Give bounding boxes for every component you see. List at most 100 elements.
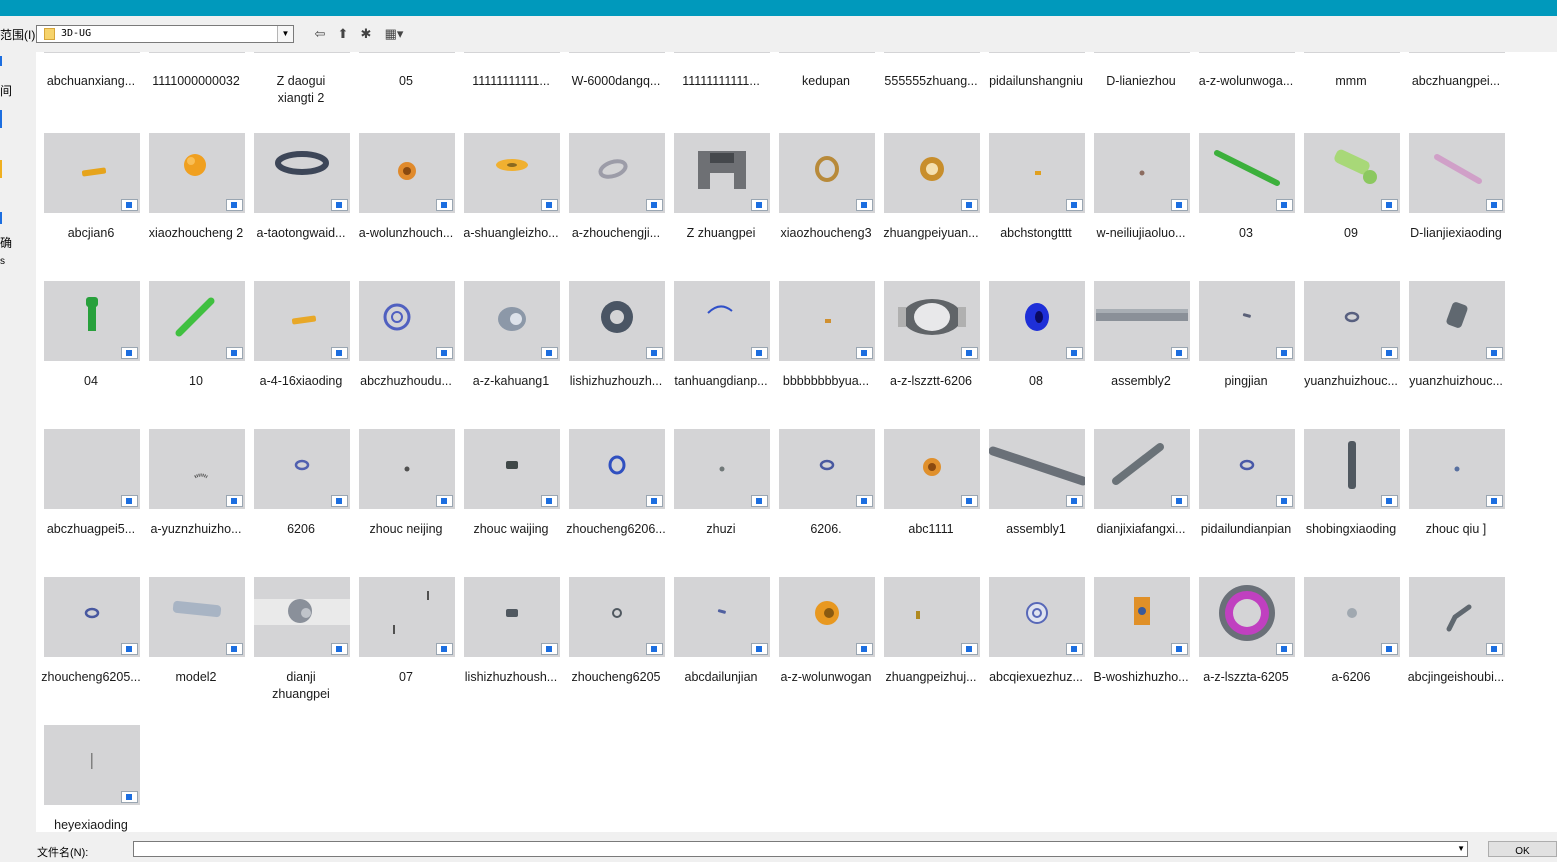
file-thumbnail[interactable] — [464, 281, 560, 361]
file-thumbnail[interactable] — [464, 52, 560, 53]
file-type-icon — [646, 199, 663, 211]
chevron-down-icon[interactable]: ▼ — [277, 26, 293, 42]
file-name: zhoucheng6205... — [41, 670, 141, 684]
file-thumbnail[interactable] — [989, 281, 1085, 361]
file-thumbnail[interactable] — [569, 577, 665, 657]
file-thumbnail[interactable] — [254, 429, 350, 509]
file-thumbnail[interactable] — [989, 577, 1085, 657]
view-menu-icon[interactable]: ▦▾ — [380, 25, 408, 43]
file-thumbnail[interactable] — [44, 429, 140, 509]
file-thumbnail[interactable] — [779, 429, 875, 509]
file-thumbnail[interactable] — [779, 577, 875, 657]
chevron-down-icon[interactable]: ▼ — [1457, 844, 1465, 853]
file-thumbnail[interactable] — [674, 52, 770, 53]
file-list-pane[interactable]: abchuanxiang... 1111000000032 Z daogui xia… — [36, 52, 1557, 832]
file-thumbnail[interactable] — [359, 281, 455, 361]
up-folder-icon[interactable]: ⬆ — [333, 25, 353, 43]
file-thumbnail[interactable] — [149, 52, 245, 53]
file-thumbnail[interactable] — [1304, 577, 1400, 657]
file-name: abcqiexuezhuz... — [989, 670, 1083, 684]
file-name: zhouc waijing — [473, 522, 549, 536]
file-thumbnail[interactable] — [1094, 133, 1190, 213]
file-type-icon — [541, 199, 558, 211]
file-thumbnail[interactable] — [674, 577, 770, 657]
file-thumbnail[interactable] — [569, 52, 665, 53]
file-thumbnail[interactable] — [359, 577, 455, 657]
file-thumbnail[interactable] — [674, 429, 770, 509]
places-sidebar: 间 确 s — [0, 52, 36, 854]
file-thumbnail[interactable] — [989, 133, 1085, 213]
file-thumbnail[interactable] — [1304, 281, 1400, 361]
file-type-icon — [856, 199, 873, 211]
file-thumbnail[interactable] — [1199, 133, 1295, 213]
file-thumbnail[interactable] — [674, 281, 770, 361]
file-thumbnail[interactable] — [779, 281, 875, 361]
file-thumbnail[interactable] — [464, 577, 560, 657]
file-name: yuanzhuizhouc... — [1409, 374, 1503, 388]
file-thumbnail[interactable] — [464, 429, 560, 509]
file-thumbnail[interactable] — [1409, 52, 1505, 53]
file-thumbnail[interactable] — [569, 429, 665, 509]
file-thumbnail[interactable] — [1199, 281, 1295, 361]
file-thumbnail[interactable] — [149, 281, 245, 361]
file-thumbnail[interactable] — [1409, 577, 1505, 657]
file-thumbnail[interactable] — [464, 133, 560, 213]
file-type-icon — [751, 643, 768, 655]
file-thumbnail[interactable] — [1304, 133, 1400, 213]
new-folder-icon[interactable]: ✱ — [356, 25, 376, 43]
file-thumbnail[interactable] — [884, 281, 980, 361]
file-thumbnail[interactable] — [779, 133, 875, 213]
file-thumbnail[interactable] — [149, 429, 245, 509]
file-thumbnail[interactable] — [359, 52, 455, 53]
file-thumbnail[interactable] — [674, 133, 770, 213]
file-type-icon — [1276, 199, 1293, 211]
sidebar-text-2: 确 — [0, 236, 13, 250]
file-thumbnail[interactable] — [1094, 281, 1190, 361]
file-thumbnail[interactable] — [1094, 429, 1190, 509]
file-thumbnail[interactable] — [44, 52, 140, 53]
file-thumbnail[interactable] — [884, 577, 980, 657]
file-thumbnail[interactable] — [1409, 429, 1505, 509]
file-thumbnail[interactable] — [884, 429, 980, 509]
file-name: heyexiaoding — [54, 818, 128, 832]
file-thumbnail[interactable] — [884, 52, 980, 53]
file-thumbnail[interactable] — [44, 133, 140, 213]
file-thumbnail[interactable] — [1199, 429, 1295, 509]
file-thumbnail[interactable] — [149, 577, 245, 657]
file-thumbnail[interactable] — [44, 577, 140, 657]
file-thumbnail[interactable] — [254, 133, 350, 213]
file-thumbnail[interactable] — [779, 52, 875, 53]
file-name: Z daogui xiangti 2 — [276, 74, 326, 105]
file-name: 04 — [84, 374, 98, 388]
file-thumbnail[interactable] — [1199, 52, 1295, 53]
file-thumbnail[interactable] — [254, 52, 350, 53]
file-thumbnail[interactable] — [884, 133, 980, 213]
file-thumbnail[interactable] — [1199, 577, 1295, 657]
file-type-icon — [541, 643, 558, 655]
file-thumbnail[interactable] — [44, 281, 140, 361]
file-thumbnail[interactable] — [1409, 281, 1505, 361]
file-thumbnail[interactable] — [569, 281, 665, 361]
file-name: a-wolunzhouch... — [358, 226, 454, 240]
file-thumbnail[interactable] — [989, 52, 1085, 53]
file-thumbnail[interactable] — [254, 281, 350, 361]
file-thumbnail[interactable] — [1409, 133, 1505, 213]
back-arrow-icon[interactable]: ⇦ — [310, 25, 330, 43]
file-thumbnail[interactable] — [359, 429, 455, 509]
file-thumbnail[interactable] — [254, 577, 350, 657]
file-thumbnail[interactable] — [1094, 577, 1190, 657]
file-thumbnail[interactable] — [44, 725, 140, 805]
title-bar — [0, 0, 1557, 16]
file-thumbnail[interactable] — [1094, 52, 1190, 53]
ok-button[interactable]: OK — [1488, 841, 1557, 857]
file-thumbnail[interactable] — [569, 133, 665, 213]
file-thumbnail[interactable] — [359, 133, 455, 213]
filename-input[interactable]: ▼ — [133, 841, 1468, 857]
look-in-value: 3D-UG — [61, 28, 92, 39]
file-thumbnail[interactable] — [149, 133, 245, 213]
look-in-combo[interactable]: 3D-UG ▼ — [36, 25, 294, 43]
file-thumbnail[interactable] — [989, 429, 1085, 509]
file-name: dianjixiafangxi... — [1096, 522, 1186, 536]
file-thumbnail[interactable] — [1304, 52, 1400, 53]
file-thumbnail[interactable] — [1304, 429, 1400, 509]
